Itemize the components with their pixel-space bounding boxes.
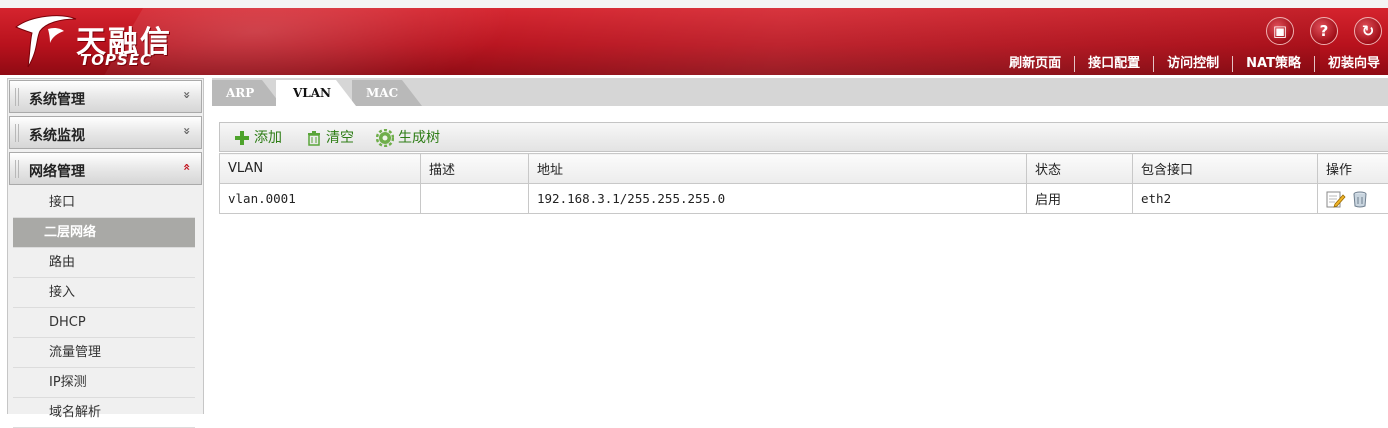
add-button[interactable]: 添加 xyxy=(234,128,282,148)
generate-tree-button[interactable]: 生成树 xyxy=(376,128,440,148)
nav-interface-config[interactable]: 接口配置 xyxy=(1074,56,1153,72)
column-header-vlan[interactable]: VLAN xyxy=(220,154,421,184)
logo-text-en: TOPSEC xyxy=(80,51,152,69)
column-header-actions: 操作 xyxy=(1318,154,1388,184)
column-header-address[interactable]: 地址 xyxy=(529,154,1027,184)
chevron-down-icon: » xyxy=(180,91,194,99)
cell-description xyxy=(421,184,529,214)
tab-content-area xyxy=(212,106,1388,120)
column-header-description[interactable]: 描述 xyxy=(421,154,529,184)
grip-handle xyxy=(15,124,21,142)
sidebar-item-interface[interactable]: 接口 xyxy=(13,188,195,218)
column-header-interfaces[interactable]: 包含接口 xyxy=(1133,154,1318,184)
trash-icon xyxy=(306,130,322,146)
cell-address: 192.168.3.1/255.255.255.0 xyxy=(529,184,1027,214)
nav-nat-policy[interactable]: NAT策略 xyxy=(1232,56,1314,72)
tab-label: ARP xyxy=(226,86,254,100)
table-header-row: VLAN 描述 地址 状态 包含接口 操作 xyxy=(220,154,1388,184)
vlan-table: VLAN 描述 地址 状态 包含接口 操作 vlan.0001 192.168.… xyxy=(219,153,1388,214)
nav-access-control[interactable]: 访问控制 xyxy=(1153,56,1232,72)
cell-actions xyxy=(1318,184,1388,214)
delete-icon[interactable] xyxy=(1352,190,1368,208)
cell-interfaces: eth2 xyxy=(1133,184,1318,214)
nav-refresh-page[interactable]: 刷新页面 xyxy=(996,56,1074,72)
grip-handle xyxy=(15,88,21,106)
chevron-up-icon: « xyxy=(180,163,194,171)
sidebar: 系统管理 » 系统监视 » 网络管理 « 接口 二层网络 路由 接入 DHCP … xyxy=(7,78,204,414)
sidebar-section-label: 网络管理 xyxy=(29,161,85,181)
sidebar-section-label: 系统监视 xyxy=(29,125,85,145)
logout-icon[interactable]: ↻ xyxy=(1354,17,1382,45)
sidebar-section-network-management[interactable]: 网络管理 « xyxy=(9,152,202,185)
clear-button-label: 清空 xyxy=(326,130,354,146)
sidebar-item-access[interactable]: 接入 xyxy=(13,278,195,308)
cell-status: 启用 xyxy=(1027,184,1133,214)
cell-vlan: vlan.0001 xyxy=(220,184,421,214)
sidebar-item-traffic-management[interactable]: 流量管理 xyxy=(13,338,195,368)
top-border xyxy=(0,0,1388,8)
sidebar-section-label: 系统管理 xyxy=(29,89,85,109)
grip-handle xyxy=(15,160,21,178)
edit-icon[interactable] xyxy=(1326,190,1346,208)
sidebar-section-system-management[interactable]: 系统管理 » xyxy=(9,80,202,113)
app-header: 天融信 TOPSEC ▣ ? ↻ 刷新页面 接口配置 访问控制 NAT策略 初装… xyxy=(0,8,1388,75)
tab-label: MAC xyxy=(366,86,398,100)
clear-button[interactable]: 清空 xyxy=(306,128,354,148)
chevron-down-icon: » xyxy=(180,127,194,135)
sidebar-item-routing[interactable]: 路由 xyxy=(13,248,195,278)
tab-label: VLAN xyxy=(293,86,331,100)
help-icon[interactable]: ? xyxy=(1310,17,1338,45)
toolbar: 添加 清空 生成树 xyxy=(219,122,1388,152)
top-nav: 刷新页面 接口配置 访问控制 NAT策略 初装向导 xyxy=(996,52,1388,75)
gear-icon xyxy=(376,129,394,147)
column-header-status[interactable]: 状态 xyxy=(1027,154,1133,184)
tab-mac[interactable]: MAC xyxy=(352,80,402,106)
save-icon[interactable]: ▣ xyxy=(1266,17,1294,45)
table-row[interactable]: vlan.0001 192.168.3.1/255.255.255.0 启用 e… xyxy=(220,184,1388,214)
plus-icon xyxy=(234,130,250,146)
add-button-label: 添加 xyxy=(254,130,282,146)
tab-vlan[interactable]: VLAN xyxy=(276,80,336,106)
logo-swirl-icon xyxy=(10,11,80,71)
sidebar-item-layer2-network[interactable]: 二层网络 xyxy=(13,218,195,248)
sidebar-item-dhcp[interactable]: DHCP xyxy=(13,308,195,338)
sidebar-item-dns[interactable]: 域名解析 xyxy=(13,398,195,428)
tab-arp[interactable]: ARP xyxy=(212,80,262,106)
topsec-logo: 天融信 TOPSEC xyxy=(10,11,210,71)
sidebar-item-ip-probe[interactable]: IP探测 xyxy=(13,368,195,398)
nav-setup-wizard[interactable]: 初装向导 xyxy=(1314,56,1388,72)
sidebar-section-system-monitor[interactable]: 系统监视 » xyxy=(9,116,202,149)
tab-bar: ARP MAC VLAN xyxy=(212,78,1388,106)
generate-tree-button-label: 生成树 xyxy=(398,130,440,146)
